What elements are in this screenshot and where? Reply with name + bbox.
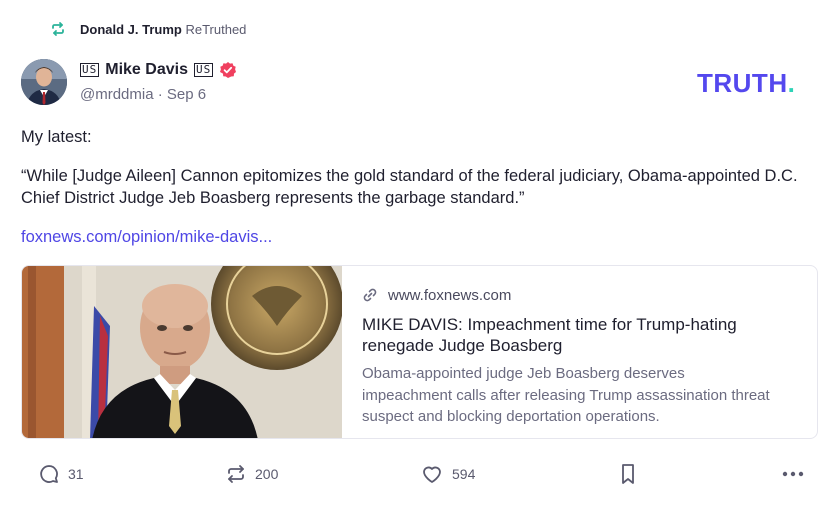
retruth-header: Donald J. Trump ReTruthed [50,19,246,39]
retruth-label: Donald J. Trump ReTruthed [80,22,246,37]
flag-emoji-right: US [193,63,214,77]
retruth-action-icon [225,463,247,485]
logo-text: TRUTH [697,68,788,98]
card-domain: www.foxnews.com [388,286,512,304]
more-options-button[interactable] [781,463,805,485]
card-info[interactable]: www.foxnews.com MIKE DAVIS: Impeachment … [342,266,817,438]
link-preview-card[interactable]: www.foxnews.com MIKE DAVIS: Impeachment … [21,265,818,439]
card-description: Obama-appointed judge Jeb Boasberg deser… [362,365,770,425]
post-action-bar: 31 200 594 [0,461,840,489]
retruth-author[interactable]: Donald J. Trump [80,22,182,37]
author-handle[interactable]: @mrddmia [80,86,154,103]
like-count: 594 [452,466,476,482]
heart-icon [420,463,444,485]
retruth-button[interactable]: 200 [225,463,278,485]
post-paragraph-1: My latest: [21,128,92,146]
post-date[interactable]: Sep 6 [167,86,206,103]
author-meta: @mrddmia · Sep 6 [80,86,206,103]
reply-count: 31 [68,466,84,482]
verified-badge-icon [219,61,237,79]
like-button[interactable]: 594 [420,463,475,485]
post-paragraph-2: “While [Judge Aileen] Cannon epitomizes … [21,167,798,207]
author-display-name[interactable]: Mike Davis [105,61,188,79]
link-icon [362,287,378,303]
reply-icon [38,463,60,485]
retruth-action: ReTruthed [185,21,247,37]
avatar[interactable] [21,59,67,105]
truth-social-logo[interactable]: TRUTH. [697,68,795,99]
flag-emoji-left: US [80,63,100,77]
bookmark-button[interactable] [618,463,638,485]
author-name-row[interactable]: US Mike Davis US [80,59,237,81]
reply-button[interactable]: 31 [38,463,84,485]
card-domain-row: www.foxnews.com [362,284,797,306]
logo-dot: . [787,68,796,98]
card-image[interactable] [22,266,342,438]
card-title[interactable]: MIKE DAVIS: Impeachment time for Trump-h… [362,314,767,356]
retruth-icon [50,21,66,37]
post-content: My latest: “While [Judge Aileen] Cannon … [21,126,811,248]
more-options-icon [781,463,805,485]
meta-separator: · [157,86,163,103]
bookmark-icon [618,463,638,485]
post-link[interactable]: foxnews.com/opinion/mike-davis... [21,226,811,248]
retruth-count: 200 [255,466,279,482]
